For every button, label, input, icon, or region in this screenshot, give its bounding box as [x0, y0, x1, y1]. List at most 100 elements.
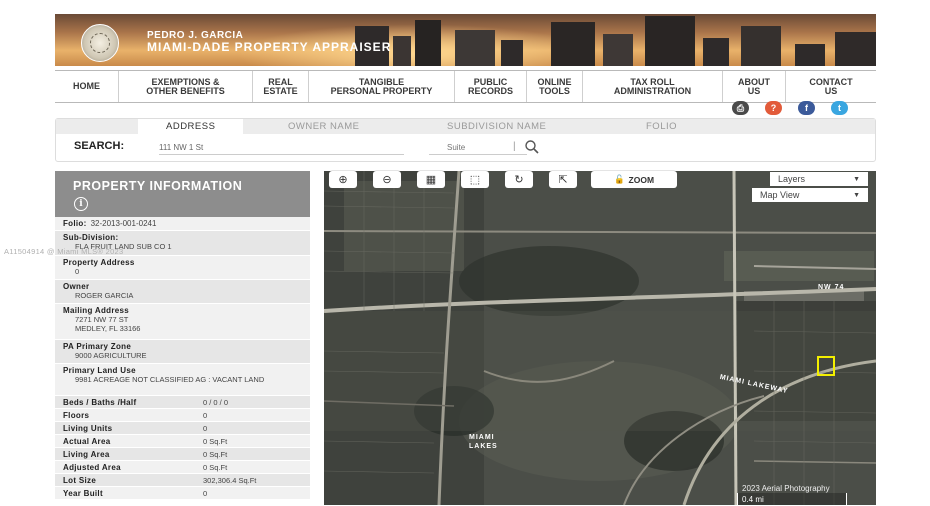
land-use-label: Primary Land Use	[63, 366, 136, 375]
facebook-icon[interactable]: f	[798, 101, 815, 115]
floors-label: Floors	[63, 411, 90, 420]
pa-zone-row: PA Primary Zone 9000 AGRICULTURE	[55, 340, 310, 364]
folio-value[interactable]: 32-2013-001-0241	[87, 219, 157, 228]
zoom-lock-button[interactable]: 🔓 ZOOM	[591, 171, 677, 188]
search-panel: ADDRESS OWNER NAME SUBDIVISION NAME FOLI…	[55, 118, 876, 162]
lot-size-label: Lot Size	[63, 476, 97, 485]
nav-online-tools[interactable]: ONLINE TOOLS	[527, 71, 583, 102]
map-label-miami-lakes: MIAMI LAKES	[469, 434, 498, 450]
adjusted-area-row: Adjusted Area 0 Sq.Ft	[55, 461, 310, 474]
actual-area-label: Actual Area	[63, 437, 111, 446]
map-attribution: 2023 Aerial Photography	[742, 484, 830, 493]
nav-tangible-personal-property[interactable]: TANGIBLE PERSONAL PROPERTY	[309, 71, 455, 102]
county-seal-logo[interactable]	[81, 24, 119, 62]
lot-size-row: Lot Size 302,306.4 Sq.Ft	[55, 474, 310, 487]
panel-title: PROPERTY INFORMATION	[73, 179, 243, 193]
property-address-label: Property Address	[63, 258, 135, 267]
tab-owner-name[interactable]: OWNER NAME	[288, 121, 360, 132]
nav-about-us[interactable]: ABOUT US	[723, 71, 786, 102]
page: PEDRO J. GARCIA MIAMI-DADE PROPERTY APPR…	[55, 14, 876, 506]
site-title[interactable]: MIAMI-DADE PROPERTY APPRAISER	[147, 40, 391, 54]
address-search-input[interactable]	[159, 140, 404, 155]
living-units-label: Living Units	[63, 424, 113, 433]
layers-label: Layers	[778, 174, 806, 184]
zoom-out-icon[interactable]: ⊖	[373, 171, 401, 188]
beds-row: Beds / Baths /Half 0 / 0 / 0	[55, 396, 310, 409]
folio-label: Folio:	[63, 219, 87, 228]
aerial-map[interactable]: NW 74 MIAMI LAKEWAY MIAMI LAKES	[324, 171, 876, 505]
zoom-label: ZOOM	[628, 174, 655, 185]
nav-exemptions[interactable]: EXEMPTIONS & OTHER BENEFITS	[119, 71, 253, 102]
year-built-value: 0	[203, 489, 208, 498]
beds-value: 0 / 0 / 0	[203, 398, 229, 407]
nav-contact-us[interactable]: CONTACT US	[786, 71, 876, 102]
land-use-row: Primary Land Use 9981 ACREAGE NOT CLASSI…	[55, 364, 310, 396]
land-use-value: 9981 ACREAGE NOT CLASSIFIED AG : VACANT …	[75, 375, 265, 384]
twitter-icon[interactable]: t	[831, 101, 848, 115]
mailing-address-row: Mailing Address 7271 NW 77 ST MEDLEY, FL…	[55, 304, 310, 340]
living-area-value: 0 Sq.Ft	[203, 450, 228, 459]
year-built-label: Year Built	[63, 489, 103, 498]
property-address-value: 0	[75, 267, 80, 276]
folio-row: Folio: 32-2013-001-0241	[55, 217, 310, 231]
layers-dropdown[interactable]: Layers ▼	[770, 172, 868, 186]
adjusted-area-label: Adjusted Area	[63, 463, 121, 472]
map-view-label: Map View	[760, 190, 800, 200]
owner-value: ROGER GARCIA	[75, 291, 134, 300]
tab-address[interactable]: ADDRESS	[138, 119, 244, 134]
mls-watermark: A11504914 @ Miami MLS® 2023	[4, 247, 124, 256]
property-details: Folio: 32-2013-001-0241 Sub-Division: FL…	[55, 217, 310, 500]
subdivision-label: Sub-Division:	[63, 233, 119, 242]
tab-folio[interactable]: FOLIO	[646, 121, 677, 132]
mailing-address-line2: MEDLEY, FL 33166	[75, 324, 141, 333]
nav-home[interactable]: HOME	[55, 71, 119, 102]
select-area-icon[interactable]: ⬚	[461, 171, 489, 188]
map-view-dropdown[interactable]: Map View ▼	[752, 188, 868, 202]
chevron-down-icon: ▼	[853, 191, 860, 199]
floors-value: 0	[203, 411, 208, 420]
mailing-address-line1: 7271 NW 77 ST	[75, 315, 129, 324]
print-icon[interactable]: ⎙	[732, 101, 749, 115]
nav-tax-roll-administration[interactable]: TAX ROLL ADMINISTRATION	[583, 71, 723, 102]
lock-icon: 🔓	[613, 174, 625, 184]
panel-header: PROPERTY INFORMATION i	[55, 171, 310, 217]
actual-area-value: 0 Sq.Ft	[203, 437, 228, 446]
external-link-icon[interactable]: ⇱	[549, 171, 577, 188]
chevron-down-icon: ▼	[853, 175, 860, 183]
actual-area-row: Actual Area 0 Sq.Ft	[55, 435, 310, 448]
pa-zone-value: 9000 AGRICULTURE	[75, 351, 147, 360]
owner-label: Owner	[63, 282, 90, 291]
tab-subdivision-name[interactable]: SUBDIVISION NAME	[447, 121, 546, 132]
adjusted-area-value: 0 Sq.Ft	[203, 463, 228, 472]
nav-real-estate[interactable]: REAL ESTATE	[253, 71, 309, 102]
selected-parcel-outline[interactable]	[817, 356, 835, 376]
beds-label: Beds / Baths /Half	[63, 398, 137, 407]
zoom-in-icon[interactable]: ⊕	[329, 171, 357, 188]
search-label: SEARCH:	[74, 140, 125, 152]
property-information-panel: PROPERTY INFORMATION i Folio: 32-2013-00…	[55, 171, 310, 505]
pa-zone-label: PA Primary Zone	[63, 342, 132, 351]
refresh-icon[interactable]: ↻	[505, 171, 533, 188]
living-area-label: Living Area	[63, 450, 110, 459]
search-divider: |	[513, 141, 516, 152]
map-scale: 0.4 mi	[737, 493, 847, 506]
map-label-nw74: NW 74	[818, 284, 845, 291]
info-icon[interactable]: i	[74, 197, 88, 211]
living-area-row: Living Area 0 Sq.Ft	[55, 448, 310, 461]
lot-size-value: 302,306.4 Sq.Ft	[203, 476, 257, 485]
main-nav: HOME EXEMPTIONS & OTHER BENEFITS REAL ES…	[55, 70, 876, 103]
aerial-imagery	[324, 171, 876, 505]
nav-public-records[interactable]: PUBLIC RECORDS	[455, 71, 527, 102]
property-address-row: Property Address 0	[55, 256, 310, 280]
mailing-address-label: Mailing Address	[63, 306, 129, 315]
measure-icon[interactable]: ▦	[417, 171, 445, 188]
search-tabs: ADDRESS OWNER NAME SUBDIVISION NAME FOLI…	[56, 119, 875, 134]
search-icon[interactable]	[524, 139, 540, 155]
help-icon[interactable]: ?	[765, 101, 782, 115]
living-units-row: Living Units 0	[55, 422, 310, 435]
owner-row: Owner ROGER GARCIA	[55, 280, 310, 304]
header-banner: PEDRO J. GARCIA MIAMI-DADE PROPERTY APPR…	[55, 14, 876, 66]
floors-row: Floors 0	[55, 409, 310, 422]
living-units-value: 0	[203, 424, 208, 433]
year-built-row: Year Built 0	[55, 487, 310, 500]
